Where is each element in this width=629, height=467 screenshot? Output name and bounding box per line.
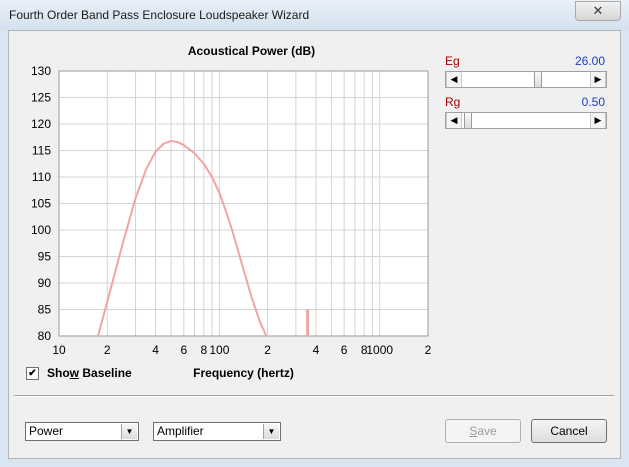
- y-tick-label: 120: [31, 117, 51, 131]
- dialog-body: 80 85 90 95 100 105 110 115 120 125 130 10 2 4 6 8 100 2 4…: [8, 30, 621, 459]
- eg-slider-thumb[interactable]: [534, 72, 543, 87]
- amplifier-select-value: Amplifier: [157, 424, 204, 438]
- show-baseline-label-key: w: [69, 366, 80, 380]
- y-tick-label: 90: [38, 276, 52, 290]
- y-tick-label: 125: [31, 91, 51, 105]
- power-select-value: Power: [29, 424, 64, 438]
- amplifier-select-arrow[interactable]: ▼: [263, 424, 279, 439]
- x-tick-label: 1000: [366, 343, 393, 357]
- x-tick-label: 2: [104, 343, 111, 357]
- y-tick-label: 95: [38, 250, 52, 264]
- separator: [14, 395, 614, 397]
- x-tick-label: 6: [180, 343, 187, 357]
- power-select-arrow[interactable]: ▼: [121, 424, 137, 439]
- amplifier-select[interactable]: Amplifier ▼: [153, 422, 281, 441]
- chevron-down-icon: ▼: [267, 427, 276, 436]
- chevron-down-icon: ▼: [125, 427, 134, 436]
- rg-slider-thumb[interactable]: [463, 113, 472, 128]
- arrow-right-icon: ▶: [594, 74, 602, 84]
- checkmark-icon: ✔: [28, 368, 37, 379]
- eg-decrease-button[interactable]: ◀: [446, 72, 462, 87]
- rg-decrease-button[interactable]: ◀: [446, 113, 462, 128]
- eg-increase-button[interactable]: ▶: [590, 72, 606, 87]
- cancel-button[interactable]: Cancel: [531, 419, 607, 443]
- close-icon: ✕: [592, 3, 604, 18]
- y-tick-label: 105: [31, 197, 51, 211]
- close-button[interactable]: ✕: [575, 1, 621, 21]
- x-tick-label: 100: [209, 343, 229, 357]
- y-tick-label: 115: [32, 144, 51, 158]
- show-baseline-checkbox[interactable]: ✔: [26, 367, 39, 380]
- y-tick-label: 100: [31, 223, 51, 237]
- y-tick-label: 80: [38, 329, 52, 343]
- rg-increase-button[interactable]: ▶: [590, 113, 606, 128]
- show-baseline-label[interactable]: Show Baseline: [47, 366, 132, 380]
- arrow-right-icon: ▶: [594, 115, 602, 125]
- arrow-left-icon: ◀: [450, 74, 458, 84]
- y-tick-label: 130: [31, 64, 51, 78]
- show-baseline-label-pre: Sho: [47, 366, 70, 380]
- chart-title: Acoustical Power (dB): [188, 44, 315, 58]
- show-baseline-label-post: Baseline: [79, 366, 132, 380]
- rg-slider[interactable]: ◀ ▶: [445, 112, 607, 129]
- wizard-window: Fourth Order Band Pass Enclosure Loudspe…: [0, 0, 629, 467]
- x-tick-label: 8: [200, 343, 207, 357]
- eg-slider[interactable]: ◀ ▶: [445, 71, 607, 88]
- x-tick-label: 4: [313, 343, 320, 357]
- rg-label: Rg: [445, 95, 461, 109]
- rg-value: 0.50: [581, 95, 605, 109]
- arrow-left-icon: ◀: [450, 115, 458, 125]
- x-tick-label: 2: [264, 343, 271, 357]
- save-button-rest: ave: [477, 424, 497, 438]
- x-tick-label: 4: [152, 343, 159, 357]
- eg-label: Eg: [445, 54, 460, 68]
- x-tick-label: 2: [425, 343, 432, 357]
- eg-value: 26.00: [574, 54, 605, 68]
- title-bar[interactable]: Fourth Order Band Pass Enclosure Loudspe…: [0, 0, 629, 30]
- y-tick-label: 110: [32, 170, 51, 184]
- power-select[interactable]: Power ▼: [25, 422, 139, 441]
- window-title: Fourth Order Band Pass Enclosure Loudspe…: [9, 8, 310, 22]
- x-tick-label: 10: [52, 343, 66, 357]
- y-tick-label: 85: [38, 303, 52, 317]
- x-tick-label: 6: [341, 343, 348, 357]
- save-button[interactable]: Save: [445, 419, 521, 443]
- x-axis-label: Frequency (hertz): [193, 366, 294, 380]
